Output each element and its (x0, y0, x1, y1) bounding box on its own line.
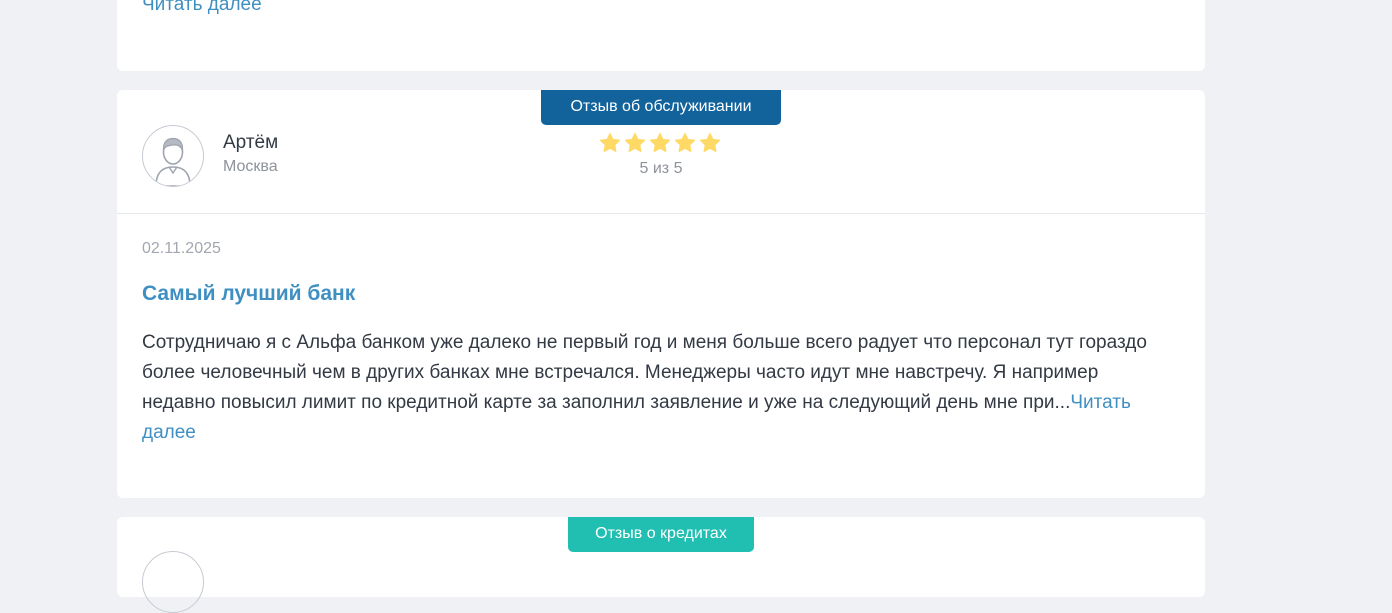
user-avatar-icon (142, 551, 204, 613)
category-tag-service[interactable]: Отзыв об обслуживании (541, 90, 781, 125)
review-text: Сотрудничаю я с Альфа банком уже далеко … (142, 328, 1172, 448)
review-card-previous: Читать далее (117, 0, 1205, 71)
author-city: Москва (223, 158, 278, 175)
rating-label: 5 из 5 (639, 160, 683, 177)
review-card: Отзыв об обслуживании Артём Москва 5 из … (117, 90, 1205, 498)
review-title[interactable]: Самый лучший банк (142, 282, 355, 306)
category-tag-credit[interactable]: Отзыв о кредитах (568, 517, 754, 552)
author-name: Артём (223, 132, 279, 153)
user-avatar-icon (142, 125, 204, 187)
star-icon (699, 132, 721, 152)
review-card-next: Отзыв о кредитах (117, 517, 1205, 613)
rating-stars (599, 132, 721, 154)
review-text-body: Сотрудничаю я с Альфа банком уже далеко … (142, 332, 1147, 413)
divider (117, 213, 1205, 214)
star-icon (674, 132, 696, 152)
read-more-link[interactable]: Читать далее (142, 0, 262, 16)
review-date: 02.11.2025 (142, 240, 221, 257)
star-icon (649, 132, 671, 152)
star-icon (624, 132, 646, 152)
star-icon (599, 132, 621, 152)
